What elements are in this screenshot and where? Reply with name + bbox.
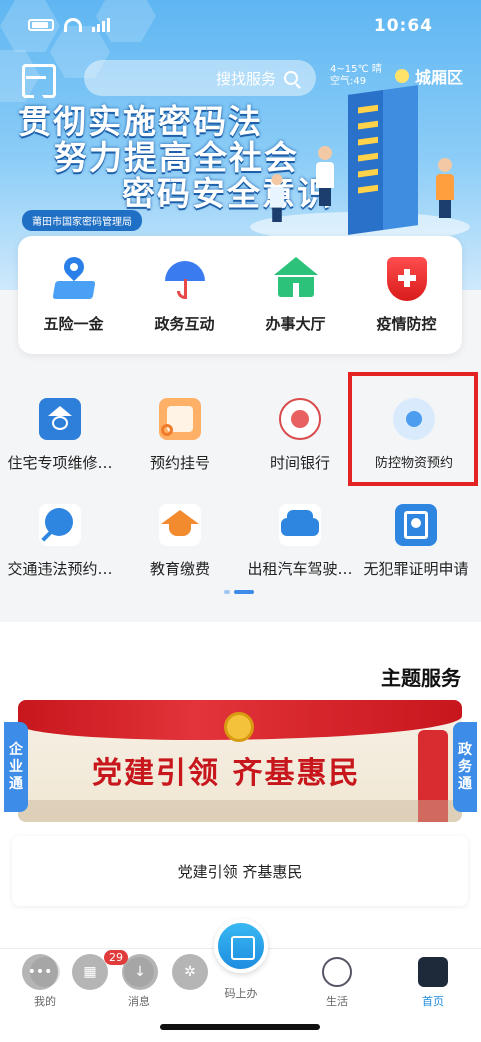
- city-name: 城厢区: [414, 68, 463, 87]
- enterprise-tab[interactable]: 企 业 通: [4, 722, 28, 812]
- banner-text: 党建引领 齐基惠民: [92, 756, 361, 791]
- umbrella-icon: [163, 257, 207, 301]
- service-label: 交通违法预约…: [7, 560, 113, 578]
- highlight-box: [348, 372, 478, 486]
- nav-code[interactable]: 码上办: [206, 985, 276, 1001]
- quick-item-interaction[interactable]: 政务互动: [135, 257, 235, 334]
- city-selector[interactable]: 城厢区: [394, 64, 463, 88]
- tab-char: 通: [458, 775, 472, 792]
- nav-home[interactable]: 首页: [398, 957, 468, 1009]
- quick-item-label: 办事大厅: [265, 314, 326, 333]
- building-icon: [273, 256, 318, 301]
- weather-info: 4~15℃ 晴 空气:49: [330, 64, 382, 88]
- party-building-banner[interactable]: 党建引领 齐基惠民: [18, 700, 462, 822]
- search-bar[interactable]: 搜找服务: [84, 60, 316, 96]
- banner-caption: 党建引领 齐基惠民: [177, 862, 303, 881]
- quick-item-label: 疫情防控: [376, 314, 437, 333]
- nav-label: 我的: [34, 995, 56, 1008]
- scan-code-button[interactable]: [214, 919, 268, 973]
- service-label: 住宅专项维修…: [7, 454, 113, 472]
- map-pin-icon: [51, 252, 96, 301]
- nav-label: 生活: [326, 995, 348, 1008]
- graduation-cap-icon: [159, 504, 201, 546]
- person-illustration: [269, 174, 285, 222]
- city-silhouette: [18, 800, 462, 822]
- status-icons: [28, 18, 110, 32]
- slogan-line: 努力提高全社会: [54, 138, 299, 177]
- tab-char: 业: [9, 758, 23, 775]
- nav-label: 码上办: [224, 987, 258, 1000]
- section-title: 主题服务: [381, 666, 461, 690]
- nav-label: 首页: [422, 995, 444, 1008]
- person-illustration: [316, 146, 334, 206]
- grid-icon[interactable]: ▦: [72, 954, 108, 990]
- message-badge: 29: [104, 950, 128, 965]
- star-icon[interactable]: ✲: [172, 954, 208, 990]
- id-card-icon: [395, 504, 437, 546]
- quick-services: 五险一金 政务互动 办事大厅 疫情防控: [18, 236, 462, 354]
- government-tab[interactable]: 政 务 通: [453, 722, 477, 812]
- battery-icon: [28, 19, 54, 31]
- service-label: 出租汽车驾驶…: [247, 560, 353, 578]
- weather-temp: 4~15℃ 晴: [330, 64, 382, 75]
- traffic-search-icon: [39, 504, 81, 546]
- nav-label: 消息: [128, 995, 150, 1008]
- search-icon: [284, 71, 298, 85]
- home-icon: [418, 957, 448, 987]
- search-placeholder: 搜找服务: [215, 69, 276, 88]
- theme-section: 主题服务 党建引领 齐基惠民 党建引领 齐基惠民 企 业 通 政 务 通: [0, 622, 481, 952]
- signal-icon: [92, 18, 110, 32]
- nav-life[interactable]: 生活: [302, 957, 372, 1009]
- quick-item-label: 五险一金: [43, 314, 104, 333]
- hospital-icon: [159, 398, 201, 440]
- quick-item-epidemic[interactable]: 疫情防控: [357, 256, 457, 334]
- service-traffic-violation[interactable]: 交通违法预约…: [0, 504, 120, 579]
- house-coin-icon: [39, 398, 81, 440]
- service-label: 预约挂号: [149, 454, 210, 472]
- banner-caption-card[interactable]: 党建引领 齐基惠民: [12, 836, 468, 906]
- org-label: 莆田市国家密码管理局: [22, 210, 142, 231]
- planet-icon: [322, 957, 352, 987]
- tab-char: 企: [9, 741, 23, 758]
- quick-item-pension[interactable]: 五险一金: [24, 252, 124, 334]
- service-house-repair[interactable]: 住宅专项维修…: [0, 398, 120, 473]
- slogan: 贯彻实施密码法 努力提高全社会 密码安全意识: [18, 104, 332, 212]
- sun-icon: [394, 69, 409, 83]
- emblem-icon: [224, 712, 254, 742]
- wifi-icon: [64, 18, 82, 32]
- more-icon[interactable]: •••: [22, 954, 58, 990]
- status-time: 10:64: [373, 16, 433, 36]
- scan-icon[interactable]: [22, 64, 50, 92]
- service-label: 时间银行: [269, 454, 330, 472]
- service-label: 无犯罪证明申请: [363, 560, 469, 578]
- page-indicator: [224, 590, 254, 594]
- building-illustration: [348, 85, 418, 235]
- weather-air: 空气:49: [330, 76, 367, 87]
- service-label: 教育缴费: [149, 560, 210, 578]
- service-education-fee[interactable]: 教育缴费: [120, 504, 240, 579]
- tab-char: 务: [458, 758, 472, 775]
- service-time-bank[interactable]: 时间银行: [240, 398, 360, 473]
- tab-char: 通: [9, 775, 23, 792]
- slogan-line: 贯彻实施密码法: [18, 102, 263, 141]
- shield-cross-icon: [385, 256, 429, 301]
- service-no-crime-cert[interactable]: 无犯罪证明申请: [356, 504, 476, 579]
- quick-item-hall[interactable]: 办事大厅: [246, 256, 346, 334]
- service-taxi-driver[interactable]: 出租汽车驾驶…: [240, 504, 360, 579]
- service-appointment[interactable]: 预约挂号: [120, 398, 240, 473]
- car-icon: [279, 504, 321, 546]
- tab-char: 政: [458, 741, 472, 758]
- person-illustration: [436, 158, 454, 218]
- quick-item-label: 政务互动: [154, 314, 215, 333]
- status-bar: 10:64: [0, 14, 481, 44]
- home-indicator[interactable]: [160, 1024, 320, 1030]
- bank-seal-icon: [279, 398, 321, 440]
- slogan-line: 密码安全意识: [122, 174, 332, 213]
